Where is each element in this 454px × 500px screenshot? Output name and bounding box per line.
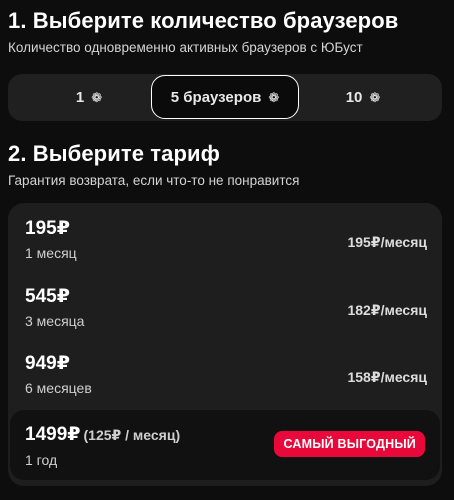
tariff-per-month-note: (125₽ / месяц) — [83, 427, 181, 443]
tariff-price-value: 1499₽ — [25, 424, 81, 445]
tariff-price: 545₽ — [25, 286, 70, 307]
browser-count-option-10[interactable]: 10 ❁ — [318, 74, 408, 121]
browsers-section-subtitle: Количество одновременно активных браузер… — [8, 40, 363, 55]
browsers-section-title: 1. Выберите количество браузеров — [8, 8, 399, 33]
tariff-option-1-year[interactable]: 1499₽ (125₽ / месяц) 1 год САМЫЙ ВЫГОДНЫЙ — [10, 410, 440, 480]
browser-count-option-5[interactable]: 5 браузеров ❁ — [151, 75, 299, 119]
browser-count-option-label: 10 — [345, 89, 363, 106]
tariff-option-3-months[interactable]: 545₽ 3 месяца 182₽/месяц — [8, 285, 442, 343]
tariff-period: 3 месяца — [25, 313, 85, 329]
browser-count-option-label: 1 — [75, 89, 85, 106]
tariff-section-title: 2. Выберите тариф — [8, 141, 220, 166]
browser-count-option-1[interactable]: 1 ❁ — [44, 74, 134, 121]
tariff-monthly-price: 182₽/месяц — [347, 302, 427, 318]
tariff-section-subtitle: Гарантия возврата, если что-то не понрав… — [8, 173, 300, 188]
browser-count-option-label: 5 браузеров — [170, 88, 262, 106]
tariff-price: 1499₽ (125₽ / месяц) — [25, 423, 180, 446]
tariff-monthly-price: 158₽/месяц — [347, 369, 427, 385]
tariff-monthly-price: 195₽/месяц — [347, 234, 427, 250]
browser-icon: ❁ — [268, 89, 280, 105]
browser-count-selector: 1 ❁ 5 браузеров ❁ 10 ❁ — [8, 74, 442, 121]
tariff-list: 195₽ 1 месяц 195₽/месяц 545₽ 3 месяца 18… — [8, 203, 442, 486]
tariff-price: 195₽ — [25, 218, 70, 239]
tariff-period: 1 год — [25, 452, 58, 468]
tariff-option-1-month[interactable]: 195₽ 1 месяц 195₽/месяц — [8, 217, 442, 275]
best-value-badge: САМЫЙ ВЫГОДНЫЙ — [274, 431, 425, 457]
tariff-period: 6 месяцев — [25, 380, 92, 396]
browser-icon: ❁ — [91, 90, 103, 105]
browser-icon: ❁ — [369, 90, 381, 105]
tariff-period: 1 месяц — [25, 245, 77, 261]
tariff-price: 949₽ — [25, 353, 70, 374]
tariff-option-6-months[interactable]: 949₽ 6 месяцев 158₽/месяц — [8, 352, 442, 410]
